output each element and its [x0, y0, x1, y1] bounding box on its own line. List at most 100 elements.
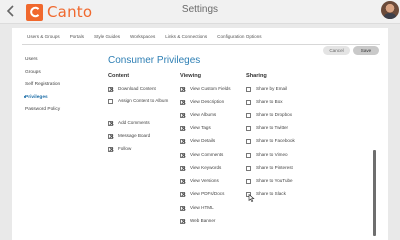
option-label: Share to YouTube	[256, 178, 293, 183]
option-label: Download Content	[118, 86, 156, 91]
option-label: Share to Vimeo	[256, 152, 288, 157]
option-label: Share to Box	[256, 99, 283, 104]
option-label: View Versions	[190, 178, 219, 183]
checkbox[interactable]	[246, 152, 251, 158]
privilege-option[interactable]: Message Board	[108, 133, 150, 139]
sidebar-item-self-registration[interactable]: Self Registration	[25, 81, 60, 88]
checkbox[interactable]	[180, 178, 185, 184]
option-label: Share to Twitter	[256, 125, 289, 130]
sidebar-item-users[interactable]: Users	[25, 56, 38, 63]
column-heading-viewing: Viewing	[180, 73, 202, 79]
mouse-cursor-icon	[248, 194, 255, 202]
checkbox[interactable]	[108, 146, 113, 152]
tab-portals[interactable]: Portals	[65, 32, 89, 44]
avatar[interactable]	[381, 1, 399, 19]
privilege-option[interactable]: Share by Email	[246, 86, 287, 92]
column-heading-content: Content	[108, 73, 130, 79]
checkbox[interactable]	[108, 120, 113, 126]
option-label: Add Comments	[118, 120, 150, 125]
option-label: View Custom Fields	[190, 86, 231, 91]
option-label: Share to Facebook	[256, 138, 295, 143]
checkbox[interactable]	[180, 86, 185, 92]
option-label: View Comments	[190, 152, 224, 157]
column-heading-sharing: Sharing	[246, 73, 267, 79]
privilege-option[interactable]: View Tags	[180, 125, 211, 131]
privilege-option[interactable]: View Custom Fields	[180, 86, 231, 92]
privilege-option[interactable]: Download Content	[108, 86, 156, 92]
tab-style-guides[interactable]: Style Guides	[89, 32, 125, 44]
option-label: View HTML	[190, 205, 214, 210]
checkbox[interactable]	[246, 165, 251, 171]
scrollbar[interactable]	[373, 150, 376, 236]
tab-workspaces[interactable]: Workspaces	[125, 32, 160, 44]
option-label: View Keywords	[190, 165, 222, 170]
option-label: View Description	[190, 99, 225, 104]
privilege-option[interactable]: Share to Vimeo	[246, 152, 288, 158]
checkbox[interactable]	[108, 98, 113, 104]
sidebar-item-groups[interactable]: Groups	[25, 69, 41, 76]
checkbox[interactable]	[180, 125, 185, 131]
privilege-option[interactable]: Share to Pinterest	[246, 165, 293, 171]
option-label: Message Board	[118, 133, 151, 138]
checkbox[interactable]	[180, 165, 185, 171]
option-label: Follow	[118, 146, 132, 151]
tab-users-groups[interactable]: Users & Groups	[22, 32, 65, 44]
privilege-option[interactable]: Share to Dropbox	[246, 112, 292, 118]
option-label: View Details	[190, 138, 216, 143]
checkbox[interactable]	[180, 205, 185, 211]
logo-text: Canto	[47, 3, 93, 21]
checkbox[interactable]	[246, 125, 251, 131]
privilege-option[interactable]: View Versions	[180, 178, 219, 184]
checkbox[interactable]	[246, 99, 251, 105]
checkbox[interactable]	[180, 99, 185, 105]
sidebar-item-privileges[interactable]: Privileges	[25, 94, 48, 101]
privilege-option[interactable]: Share to Box	[246, 99, 283, 105]
checkbox[interactable]	[180, 112, 185, 118]
checkbox[interactable]	[108, 86, 113, 92]
option-label: View PDFs/Docs	[190, 191, 225, 196]
save-button[interactable]: Save	[353, 46, 379, 55]
logo[interactable]: Canto	[26, 2, 92, 22]
option-label: Share to Pinterest	[256, 165, 293, 170]
sidebar-item-password-policy[interactable]: Password Policy	[25, 106, 60, 113]
checkbox[interactable]	[180, 218, 185, 224]
privilege-option[interactable]: View Details	[180, 138, 215, 144]
checkbox[interactable]	[108, 133, 113, 139]
privilege-option[interactable]: Add Comments	[108, 120, 150, 126]
logo-mark-icon	[26, 3, 43, 21]
privilege-option[interactable]: Web Banner	[180, 218, 215, 224]
privilege-option[interactable]: View Keywords	[180, 165, 221, 171]
checkbox[interactable]	[246, 86, 251, 92]
privilege-option[interactable]: View Albums	[180, 112, 216, 118]
section-heading: Consumer Privileges	[108, 55, 201, 66]
option-label: Web Banner	[190, 218, 216, 223]
active-arrow-icon: ▸	[24, 94, 27, 99]
checkbox[interactable]	[246, 178, 251, 184]
privilege-option[interactable]: Share to Facebook	[246, 138, 295, 144]
top-bar: Canto Settings	[0, 0, 400, 24]
privilege-option[interactable]: View Description	[180, 99, 224, 105]
tab-divider	[22, 44, 380, 45]
privilege-option[interactable]: View HTML	[180, 205, 214, 211]
cancel-button[interactable]: Cancel	[323, 46, 350, 55]
checkbox[interactable]	[180, 152, 185, 158]
option-label: Share by Email	[256, 86, 288, 91]
privilege-option[interactable]: Follow	[108, 146, 131, 152]
option-label: Share to Slack	[256, 191, 286, 196]
privilege-option[interactable]: Share to YouTube	[246, 178, 293, 184]
checkbox[interactable]	[246, 138, 251, 144]
checkbox[interactable]	[180, 191, 185, 197]
privilege-option[interactable]: Assign Content to Album	[108, 98, 170, 104]
checkbox[interactable]	[246, 112, 251, 118]
privilege-option[interactable]: View Comments	[180, 152, 223, 158]
chevron-left-icon[interactable]	[5, 5, 17, 17]
privilege-option[interactable]: Share to Twitter	[246, 125, 288, 131]
option-label: View Albums	[190, 112, 217, 117]
privilege-option[interactable]: View PDFs/Docs	[180, 191, 224, 197]
tab-links-connections[interactable]: Links & Connections	[160, 32, 212, 44]
checkbox[interactable]	[180, 138, 185, 144]
tab-configuration-options[interactable]: Configuration Options	[212, 32, 266, 44]
option-label: View Tags	[190, 125, 211, 130]
option-label: Share to Dropbox	[256, 112, 293, 117]
option-label: Assign Content to Album	[118, 98, 169, 103]
